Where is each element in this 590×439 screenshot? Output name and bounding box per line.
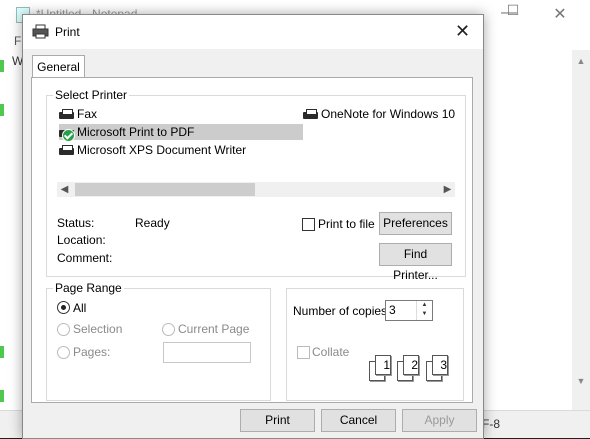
maximize-icon[interactable]: ☐ (498, 2, 528, 19)
collate-page-1b: 1 (375, 355, 391, 375)
printer-fax[interactable]: Fax (59, 106, 299, 122)
radio-selection-label[interactable]: Selection (73, 322, 122, 336)
page-range-group: Page Range All Selection Current Page Pa… (46, 281, 271, 401)
tab-general[interactable]: General (32, 55, 85, 78)
collate-page-3b: 3 (432, 355, 448, 375)
radio-selected-dot (61, 305, 66, 310)
collate-page-2b: 2 (403, 355, 419, 375)
scrollbar-thumb[interactable] (75, 183, 255, 196)
radio-selection[interactable] (57, 323, 70, 336)
pages-input[interactable] (163, 342, 251, 363)
stepper-up-icon[interactable]: ▲ (417, 301, 432, 310)
printer-name: Microsoft XPS Document Writer (77, 143, 247, 157)
dialog-title: Print (55, 25, 80, 39)
notepad-close-icon[interactable]: ✕ (545, 4, 575, 24)
printer-list[interactable]: Fax OneNote for Windows 10 Microsoft Pri… (57, 106, 455, 172)
printer-icon (59, 108, 74, 121)
print-to-file-checkbox[interactable] (302, 218, 315, 231)
scroll-left-icon[interactable]: ◀ (57, 182, 72, 197)
printer-icon (59, 144, 74, 157)
status-label: Status: (57, 216, 95, 230)
line-marker (0, 60, 4, 72)
select-printer-title: Select Printer (53, 88, 130, 102)
printer-microsoft-print-to-pdf[interactable]: Microsoft Print to PDF (59, 124, 303, 142)
copies-input[interactable]: 3 ▲ ▼ (385, 300, 433, 321)
printer-icon (32, 24, 49, 39)
location-label: Location: (57, 233, 106, 247)
comment-label: Comment: (57, 251, 113, 265)
scroll-right-icon[interactable]: ▶ (440, 182, 455, 197)
radio-current-page-label[interactable]: Current Page (178, 322, 249, 336)
radio-pages[interactable] (57, 346, 70, 359)
preferences-button[interactable]: Preferences (379, 212, 452, 235)
default-check-icon (62, 128, 75, 142)
radio-all[interactable] (57, 301, 70, 314)
print-to-file-label[interactable]: Print to file (318, 217, 375, 231)
page-range-title: Page Range (53, 281, 124, 295)
printer-icon (303, 108, 318, 121)
scroll-down-icon[interactable]: ▼ (572, 372, 590, 390)
default-printer-icon (59, 127, 75, 142)
apply-button[interactable]: Apply (402, 409, 477, 432)
dialog-titlebar: Print ✕ (23, 15, 483, 49)
printer-list-scrollbar[interactable]: ◀ ▶ (57, 182, 455, 197)
notepad-vertical-scrollbar[interactable]: ▲ ▼ (572, 50, 590, 420)
collate-checkbox[interactable] (297, 346, 310, 359)
stepper-down-icon[interactable]: ▼ (417, 310, 432, 319)
radio-all-label[interactable]: All (73, 301, 86, 315)
scroll-up-icon[interactable]: ▲ (572, 52, 590, 70)
radio-current-page[interactable] (162, 323, 175, 336)
close-icon[interactable]: ✕ (455, 21, 470, 42)
status-value: Ready (135, 216, 170, 230)
find-printer-button[interactable]: Find Printer... (379, 243, 452, 282)
collate-label[interactable]: Collate (312, 345, 349, 359)
printer-name: OneNote for Windows 10 (321, 107, 455, 121)
printer-microsoft-xps[interactable]: Microsoft XPS Document Writer (59, 142, 303, 158)
print-button[interactable]: Print (240, 409, 315, 432)
general-tab-panel: Select Printer Fax OneNote for Windows 1… (31, 77, 473, 403)
copies-value: 3 (389, 303, 396, 317)
encoding-status: F-8 (482, 417, 500, 431)
printer-onenote[interactable]: OneNote for Windows 10 (303, 106, 455, 122)
cancel-button[interactable]: Cancel (321, 409, 396, 432)
printer-name: Microsoft Print to PDF (77, 125, 195, 139)
line-marker (0, 346, 4, 358)
line-marker (0, 390, 4, 402)
number-of-copies-label: Number of copies: (293, 304, 391, 318)
printer-name: Fax (77, 107, 98, 121)
select-printer-group: Select Printer Fax OneNote for Windows 1… (46, 88, 466, 282)
copies-stepper[interactable]: ▲ ▼ (416, 301, 432, 320)
copies-group: Number of copies: 3 ▲ ▼ Collate 1 1 2 2 … (286, 288, 464, 401)
radio-pages-label[interactable]: Pages: (73, 345, 110, 359)
print-dialog: Print ✕ General Select Printer Fax OneNo… (22, 14, 484, 439)
line-marker (0, 104, 4, 116)
